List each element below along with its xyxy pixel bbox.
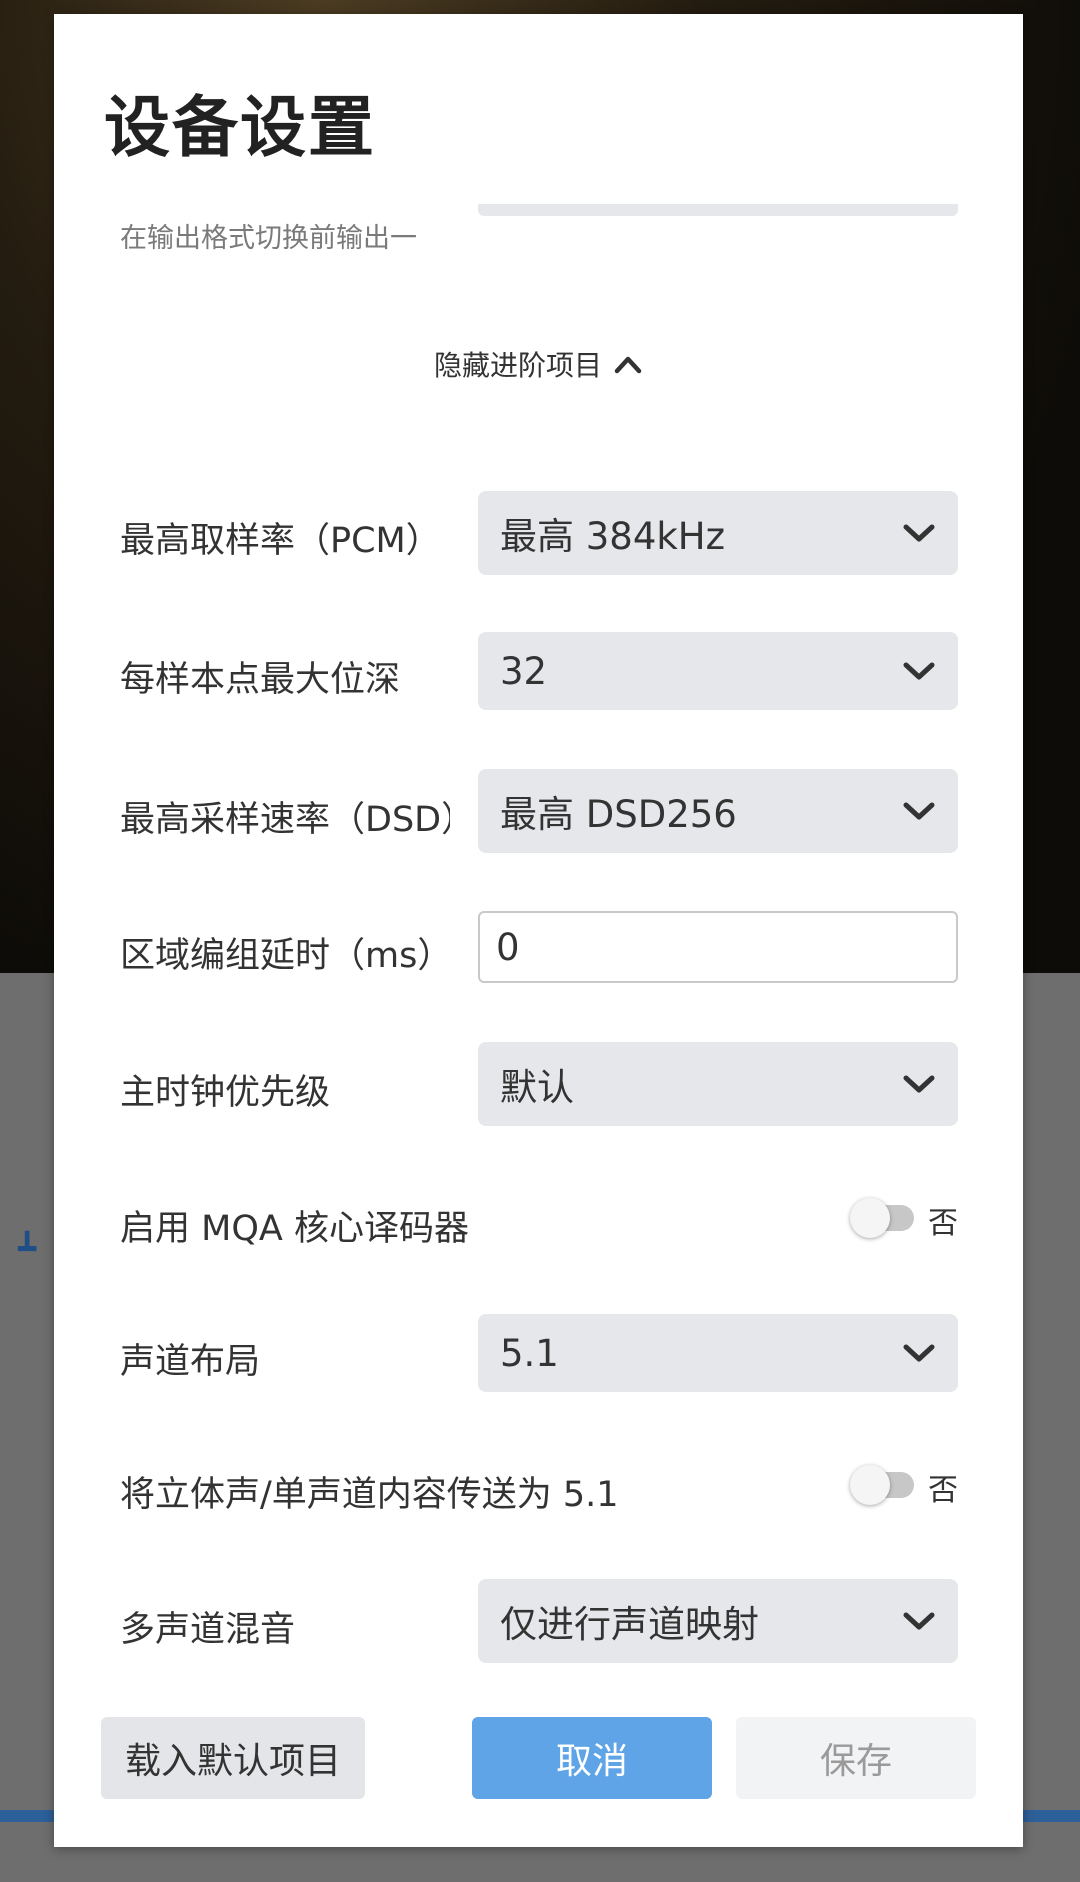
- chevron-down-icon: [903, 1612, 935, 1630]
- hide-advanced-label: 隐藏进阶项目: [434, 349, 603, 382]
- hide-advanced-toggle[interactable]: 隐藏进阶项目: [434, 344, 642, 384]
- channel-layout-value: 5.1: [500, 1331, 559, 1375]
- multichannel-mix-select[interactable]: 仅进行声道映射: [478, 1579, 958, 1663]
- max-sample-rate-pcm-select[interactable]: 最高 384kHz: [478, 491, 958, 575]
- max-sample-rate-pcm-label: 最高取样率（PCM）: [120, 521, 441, 561]
- chevron-down-icon: [903, 1075, 935, 1093]
- stereo-to-51-label: 将立体声/单声道内容传送为 5.1: [120, 1475, 619, 1515]
- mqa-core-decoder-switch[interactable]: [850, 1198, 914, 1238]
- max-sample-rate-dsd-select[interactable]: 最高 DSD256: [478, 769, 958, 853]
- save-button[interactable]: 保存: [736, 1717, 976, 1799]
- faded-field-partial: [478, 204, 958, 216]
- chevron-down-icon: [903, 802, 935, 820]
- max-sample-rate-pcm-value: 最高 384kHz: [500, 515, 726, 558]
- chevron-down-icon: [903, 524, 935, 542]
- stereo-to-51-switch[interactable]: [850, 1465, 914, 1505]
- mqa-core-decoder-state: 否: [928, 1206, 958, 1241]
- switch-knob: [850, 1465, 890, 1505]
- multichannel-mix-value: 仅进行声道映射: [500, 1603, 759, 1646]
- chevron-up-icon: [614, 356, 642, 374]
- max-bit-depth-select[interactable]: 32: [478, 632, 958, 710]
- master-clock-priority-select[interactable]: 默认: [478, 1042, 958, 1126]
- chevron-down-icon: [903, 662, 935, 680]
- mqa-core-decoder-label: 启用 MQA 核心译码器: [120, 1209, 469, 1249]
- multichannel-mix-label: 多声道混音: [120, 1610, 296, 1650]
- chevron-down-icon: [903, 1344, 935, 1362]
- zone-group-delay-value: 0: [496, 925, 520, 969]
- channel-layout-select[interactable]: 5.1: [478, 1314, 958, 1392]
- faded-setting-label: 在输出格式切换前输出一: [120, 223, 417, 254]
- master-clock-priority-label: 主时钟优先级: [120, 1073, 331, 1113]
- zone-group-delay-input[interactable]: 0: [478, 911, 958, 983]
- max-sample-rate-dsd-value: 最高 DSD256: [500, 793, 737, 836]
- switch-knob: [850, 1198, 890, 1238]
- load-defaults-button[interactable]: 载入默认项目: [101, 1717, 365, 1799]
- background-icon: ┻: [18, 1232, 37, 1267]
- max-bit-depth-label: 每样本点最大位深: [120, 660, 401, 700]
- device-settings-dialog: 设备设置 在输出格式切换前输出一 隐藏进阶项目 最高取样率（PCM） 最高 38…: [54, 14, 1023, 1847]
- max-bit-depth-value: 32: [500, 649, 548, 693]
- channel-layout-label: 声道布局: [120, 1342, 261, 1382]
- max-sample-rate-dsd-label: 最高采样速率（DSD）: [120, 800, 450, 840]
- dialog-title: 设备设置: [104, 89, 376, 166]
- settings-scroll-area[interactable]: 在输出格式切换前输出一 隐藏进阶项目 最高取样率（PCM） 最高 384kHz …: [54, 204, 1023, 1694]
- master-clock-priority-value: 默认: [500, 1066, 574, 1109]
- stereo-to-51-state: 否: [928, 1473, 958, 1508]
- zone-group-delay-label: 区域编组延时（ms）: [120, 936, 450, 976]
- cancel-button[interactable]: 取消: [472, 1717, 712, 1799]
